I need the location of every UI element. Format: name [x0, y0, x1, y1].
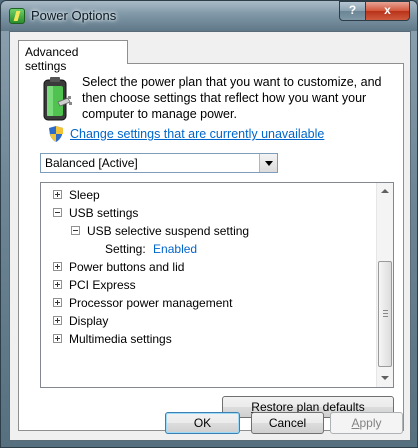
tree-item-sleep[interactable]: Sleep: [53, 187, 100, 205]
power-plan-dropdown[interactable]: Balanced [Active]: [40, 153, 278, 173]
apply-mnemonic: A: [351, 416, 360, 430]
help-button[interactable]: ?: [339, 1, 366, 21]
tree-item-label: USB selective suspend setting: [87, 224, 250, 238]
tree-item-setting[interactable]: Setting: Enabled: [105, 241, 197, 259]
expand-plus-icon[interactable]: [53, 262, 62, 271]
collapse-minus-icon[interactable]: [71, 226, 80, 235]
expand-plus-icon[interactable]: [53, 316, 62, 325]
window-title: Power Options: [31, 8, 117, 23]
scrollbar-thumb[interactable]: [378, 261, 392, 367]
tree-item-display[interactable]: Display: [53, 313, 108, 331]
tree-item-label: Display: [69, 314, 109, 328]
close-button[interactable]: x: [365, 1, 410, 21]
tree-item-usb-settings[interactable]: USB settings: [53, 205, 138, 223]
expand-plus-icon[interactable]: [53, 190, 62, 199]
grip-icon: [383, 310, 388, 317]
tree-item-usb-selective-suspend[interactable]: USB selective suspend setting: [71, 223, 249, 241]
setting-value-link[interactable]: Enabled: [153, 242, 197, 256]
expand-plus-icon[interactable]: [53, 280, 62, 289]
settings-tree[interactable]: Sleep USB settings USB selective suspend…: [40, 182, 394, 388]
tree-item-label: Processor power management: [69, 296, 233, 310]
chevron-down-icon[interactable]: [259, 154, 277, 172]
power-options-window: Power Options ? x Advanced settings Sele…: [0, 0, 418, 448]
power-plan-selected: Balanced [Active]: [45, 156, 138, 170]
apply-label-rest: pply: [359, 416, 382, 430]
tab-advanced-settings[interactable]: Advanced settings: [18, 40, 128, 73]
tree-item-processor-power[interactable]: Processor power management: [53, 295, 232, 313]
scroll-down-arrow-icon[interactable]: [377, 370, 393, 387]
battery-plug-icon: [43, 77, 72, 121]
ok-button[interactable]: OK: [165, 412, 240, 434]
setting-label: Setting:: [105, 242, 146, 256]
tree-item-label: Sleep: [69, 188, 100, 202]
vertical-scrollbar[interactable]: [376, 183, 393, 387]
cancel-button[interactable]: Cancel: [251, 412, 324, 434]
tree-item-power-buttons[interactable]: Power buttons and lid: [53, 259, 184, 277]
tree-item-label: Power buttons and lid: [69, 260, 185, 274]
title-bar[interactable]: Power Options ? x: [1, 1, 417, 31]
uac-shield-icon: [49, 126, 63, 142]
expand-plus-icon[interactable]: [53, 298, 62, 307]
power-options-icon: [9, 8, 25, 24]
tree-item-multimedia[interactable]: Multimedia settings: [53, 331, 172, 349]
collapse-minus-icon[interactable]: [53, 208, 62, 217]
tree-item-label: Multimedia settings: [69, 332, 172, 346]
change-settings-link[interactable]: Change settings that are currently unava…: [70, 127, 324, 141]
dialog-body: Advanced settings Select the power plan …: [9, 31, 411, 441]
apply-button[interactable]: Apply: [330, 412, 403, 434]
tree-item-label: USB settings: [69, 206, 139, 220]
expand-plus-icon[interactable]: [53, 334, 62, 343]
tree-item-label: PCI Express: [69, 278, 136, 292]
scroll-up-arrow-icon[interactable]: [377, 183, 393, 200]
tree-item-pci-express[interactable]: PCI Express: [53, 277, 136, 295]
intro-text: Select the power plan that you want to c…: [82, 75, 382, 121]
